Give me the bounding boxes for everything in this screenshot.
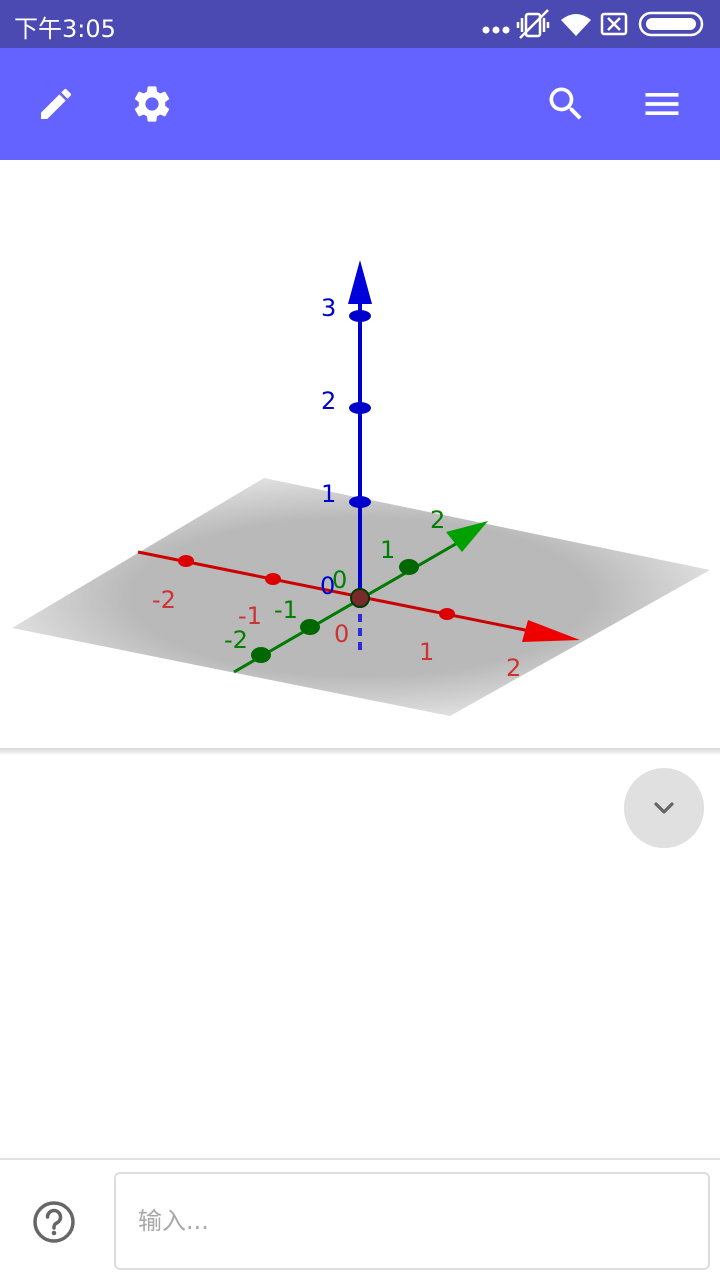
graphics-3d-canvas[interactable]: -2 -1 0 1 2 -2 -1 0 1 2 0 1 2 3	[0, 160, 720, 748]
status-bar: 下午3:05	[0, 0, 720, 48]
help-circle-icon	[33, 1201, 75, 1243]
input-bar	[0, 1158, 720, 1280]
pencil-icon	[41, 88, 72, 119]
menu-icon	[645, 93, 679, 115]
y-tick-label: -1	[274, 596, 298, 624]
x-tick-label: 1	[419, 638, 434, 666]
gear-icon	[134, 86, 170, 122]
z-tick-label: 3	[321, 294, 336, 322]
x-tick-label: 0	[334, 620, 349, 648]
y-tick-label: 2	[430, 506, 445, 534]
wifi-icon	[561, 14, 591, 36]
input-field-container[interactable]	[114, 1172, 710, 1270]
search-icon	[549, 87, 582, 120]
help-button[interactable]	[30, 1198, 78, 1246]
y-tick-label: 1	[380, 536, 395, 564]
settings-button[interactable]	[116, 68, 188, 140]
origin-point	[350, 588, 370, 608]
search-button[interactable]	[530, 68, 602, 140]
x-tick-label: 2	[506, 654, 521, 682]
algebra-view[interactable]	[0, 754, 720, 1158]
algebra-input[interactable]	[136, 1200, 680, 1242]
sim-x-icon	[600, 12, 628, 36]
pencil-button[interactable]	[20, 68, 92, 140]
menu-button[interactable]	[626, 68, 698, 140]
more-dots-icon	[482, 26, 510, 34]
status-icons	[482, 9, 704, 39]
z-tick-label: 1	[321, 480, 336, 508]
collapse-button[interactable]	[624, 768, 704, 848]
z-tick-label: 0	[320, 572, 335, 600]
graphics-3d-view[interactable]: -2 -1 0 1 2 -2 -1 0 1 2 0 1 2 3	[0, 160, 720, 748]
y-tick-label: -2	[224, 626, 248, 654]
chevron-down-icon	[654, 802, 674, 814]
z-tick-label: 2	[321, 387, 336, 415]
battery-icon	[638, 11, 704, 37]
status-time: 下午3:05	[14, 15, 116, 43]
x-tick-label: -2	[152, 586, 176, 614]
vibrate-off-icon	[516, 9, 550, 39]
app-toolbar	[0, 48, 720, 160]
